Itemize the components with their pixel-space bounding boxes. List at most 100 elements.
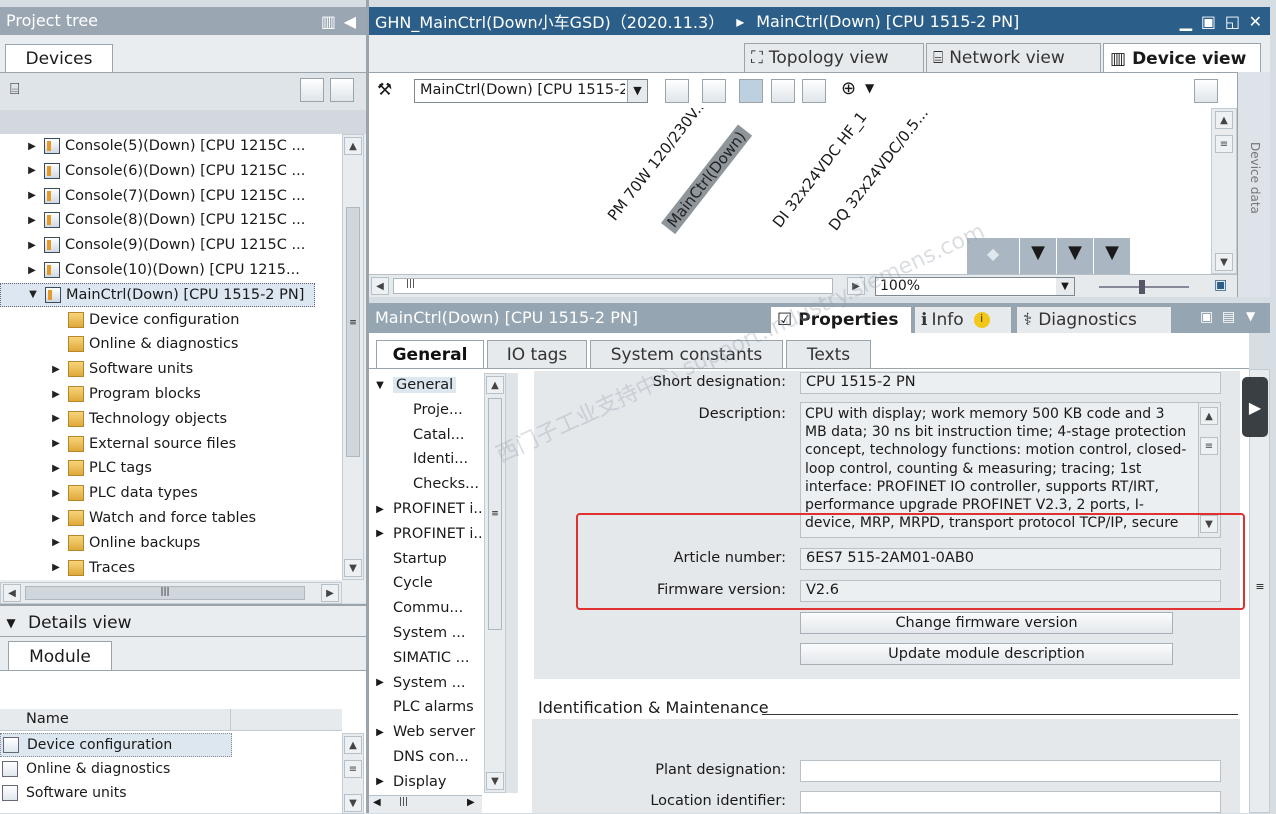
tab-topology-view[interactable]: ⛶ Topology view [744,43,924,72]
tree-item[interactable]: ▶ PLC tags [0,456,342,480]
nav-item[interactable]: Startup [369,547,447,571]
tree-vscrollbar[interactable]: ▲ ≡ ▼ [342,134,364,580]
network-icon[interactable]: ⌸ [10,79,20,99]
scroll-thumb[interactable]: ≡ [1215,135,1233,153]
maximize-icon[interactable]: ◱ [1225,12,1240,31]
collapse-left-icon[interactable]: ◀ [344,12,356,31]
details-view-header[interactable]: ▼ Details view [0,610,366,636]
scroll-right-icon[interactable]: ▶ [847,277,865,295]
scroll-up-icon[interactable]: ▲ [344,736,362,754]
nav-vscrollbar[interactable]: ▲ ≡ ▼ [484,373,506,793]
scroll-up-icon[interactable]: ▲ [486,376,504,394]
tree-item[interactable]: ▶ Console(9)(Down) [CPU 1215C ... [0,233,342,257]
chevron-down-icon[interactable]: ▼ [627,80,647,102]
tab-diagnostics[interactable]: ⚕ Diagnostics [1016,306,1172,333]
subtab-io-tags[interactable]: IO tags [487,340,587,368]
expand-right-icon[interactable]: ▶ [1242,377,1268,437]
name-column-header[interactable]: Name [0,709,342,731]
print-icon[interactable] [665,79,689,103]
chevron-down-icon[interactable]: ▼ [1246,309,1255,323]
subtab-texts[interactable]: Texts [786,340,871,368]
tree-hscrollbar[interactable]: ◀ ||| ▶ [0,582,342,604]
scroll-up-icon[interactable]: ▲ [1215,111,1233,129]
chevron-right-icon[interactable]: ▶ [26,215,38,226]
chevron-right-icon[interactable]: ▶ [50,438,62,449]
device-canvas[interactable]: PM 70W 120/230V... MainCtrl(Down) DI 32x… [369,108,1211,274]
table-row[interactable]: Software units [0,781,232,805]
table-row[interactable]: Online & diagnostics [0,757,232,781]
nav-item[interactable]: ▶ PROFINET i... [369,497,487,521]
tree-item[interactable]: ▼ MainCtrl(Down) [CPU 1515-2 PN] [0,282,315,307]
grid-icon[interactable] [771,79,795,103]
subtab-general[interactable]: General [376,340,484,368]
device-select[interactable]: MainCtrl(Down) [CPU 1515-2 PN] ▼ [414,79,648,103]
device-data-tab[interactable]: Device data [1248,142,1262,214]
chevron-right-icon[interactable]: ▶ [50,364,62,375]
scroll-down-icon[interactable]: ▼ [344,794,362,812]
chevron-right-icon[interactable]: ▶ [369,776,391,787]
nav-item[interactable]: ▶ Web server [369,720,475,744]
chevron-right-icon[interactable]: ▶ [26,165,38,176]
chevron-right-icon[interactable]: ▶ [50,513,62,524]
tree-item[interactable]: ▶ External source files [0,432,342,456]
canvas-vscrollbar[interactable]: ▲ ≡ ▼ [1211,108,1237,274]
nav-item[interactable]: Cycle [369,571,433,595]
chevron-right-icon[interactable]: ▶ [26,240,38,251]
close-icon[interactable]: ✕ [1249,12,1262,31]
nav-item[interactable]: ▼ General [369,373,457,397]
module-tab[interactable]: Module [8,641,112,671]
minimize-icon[interactable]: ▁ [1180,12,1192,31]
slot-left-icon[interactable]: ◆ [967,238,1019,274]
details-vscrollbar[interactable]: ▲ ≡ ▼ [342,733,364,814]
scroll-thumb[interactable]: ≡ [488,398,502,630]
devices-tab[interactable]: Devices [5,44,113,73]
plant-designation-field[interactable] [800,760,1221,782]
nav-item[interactable]: ▶ PROFINET i... [369,522,487,546]
tab-info[interactable]: ℹ Info i [914,306,1012,333]
chevron-down-icon[interactable]: ▼ [27,289,39,300]
overview-icon[interactable] [1194,79,1218,103]
subtab-system-constants[interactable]: System constants [590,340,783,368]
zoom-icon[interactable]: ⊕ [841,78,856,99]
table-view-icon[interactable] [300,78,324,102]
location-identifier-field[interactable] [800,791,1221,813]
scroll-left-icon[interactable]: ◀ [371,277,389,295]
tree-item[interactable]: Online & diagnostics [0,332,342,356]
chevron-down-icon[interactable]: ▼ [0,616,22,630]
chevron-right-icon[interactable]: ▶ [369,727,391,738]
scroll-down-icon[interactable]: ▼ [1215,253,1233,271]
nav-item[interactable]: DNS con... [369,745,469,769]
chevron-right-icon[interactable]: ▶ [50,389,62,400]
name-icon[interactable] [702,79,726,103]
chevron-right-icon[interactable]: ▶ [50,488,62,499]
chevron-right-icon[interactable]: ▶ [50,463,62,474]
tree-item[interactable]: ▶ Console(10)(Down) [CPU 1215... [0,258,342,282]
tab-network-view[interactable]: ⌸ Network view [926,43,1101,72]
chevron-down-icon[interactable]: ▼ [369,380,391,391]
short-designation-field[interactable]: CPU 1515-2 PN [800,372,1221,394]
chevron-right-icon[interactable]: ▶ [26,265,38,276]
tree-item[interactable]: ▶ Watch and force tables [0,506,342,530]
chevron-right-icon[interactable]: ▶ [50,413,62,424]
nav-item[interactable]: Catal... [369,423,464,447]
chevron-right-icon[interactable]: ▶ [369,677,391,688]
nav-item[interactable]: Proje... [369,398,463,422]
device-icon[interactable]: ⚒ [377,80,392,100]
slot-down-icon[interactable]: ▼ [1056,238,1093,274]
scroll-up-icon[interactable]: ▲ [1200,407,1218,425]
nav-hscrollbar[interactable]: ◀ ||| ▶ [369,795,482,813]
chevron-right-icon[interactable]: ▶ [369,528,391,539]
tree-item[interactable]: ▶ Online backups [0,531,342,555]
hscroll-thumb[interactable]: ||| [393,278,833,294]
scroll-thumb[interactable]: ≡ [1200,437,1218,455]
restore-icon[interactable]: ▣ [1201,12,1216,31]
tree-item[interactable]: ▶ Traces [0,556,342,580]
restore-icon[interactable]: ▣ [1200,309,1213,325]
tab-properties[interactable]: ☑ Properties [770,306,912,333]
nav-item[interactable]: SIMATIC ... [369,646,469,670]
tree-item[interactable]: ▶ Console(6)(Down) [CPU 1215C ... [0,159,342,183]
scroll-right-icon[interactable]: ▶ [321,584,339,602]
tree-item[interactable]: ▶ Console(7)(Down) [CPU 1215C ... [0,184,342,208]
draw-icon[interactable] [739,79,763,103]
scroll-thumb[interactable]: ≡ [346,207,360,457]
